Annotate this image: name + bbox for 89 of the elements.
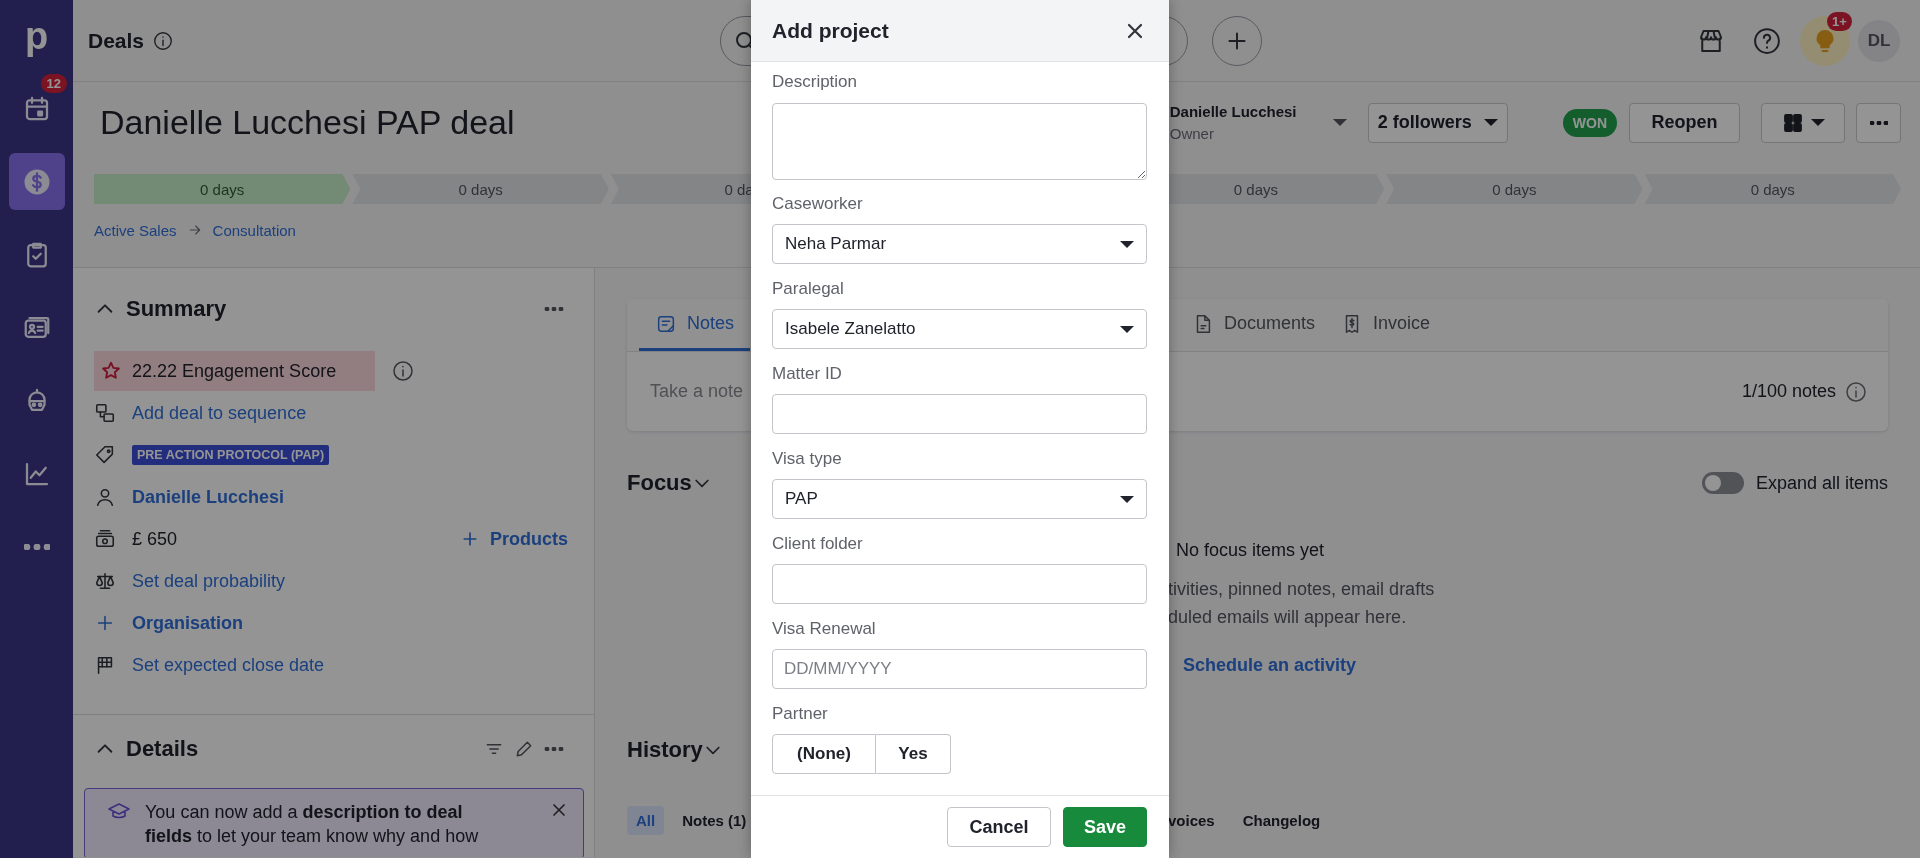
- notification-badge: 1+: [1827, 11, 1852, 31]
- breadcrumb-link[interactable]: Consultation: [212, 221, 296, 239]
- summary-link[interactable]: Set deal probability: [132, 570, 286, 592]
- notes-count: 1/100 notes: [1741, 381, 1836, 402]
- breadcrumb-link[interactable]: Active Sales: [94, 221, 177, 239]
- caret-icon: [1483, 119, 1498, 126]
- info-icon[interactable]: [1844, 379, 1868, 404]
- empty-state-text: duled emails will appear here.: [1168, 606, 1408, 629]
- summary-link[interactable]: Organisation: [132, 612, 243, 634]
- person-icon: [94, 486, 116, 508]
- more-button[interactable]: [1856, 102, 1901, 143]
- products-link[interactable]: Products: [460, 528, 568, 550]
- star-icon: [100, 360, 122, 382]
- empty-state-title: No focus items yet: [1175, 539, 1326, 562]
- field-label: Paralegal: [772, 279, 845, 299]
- description-field[interactable]: [772, 103, 1147, 180]
- label-tag: PRE ACTION PROTOCOL (PAP): [132, 445, 330, 465]
- pipeline-stage[interactable]: 0 days: [352, 174, 609, 204]
- caret-icon: [1120, 240, 1134, 248]
- pipeline-stage[interactable]: 0 days: [1386, 174, 1643, 204]
- edit-icon[interactable]: [514, 739, 534, 759]
- caret-icon: [1120, 495, 1134, 503]
- tag-icon: [94, 444, 116, 466]
- field-label: Description: [772, 72, 859, 92]
- help-button[interactable]: [1752, 25, 1782, 56]
- empty-state-text: tivities, pinned notes, email drafts: [1168, 578, 1436, 601]
- field-label: Visa Renewal: [772, 619, 877, 639]
- owner-role: Owner: [1169, 123, 1215, 144]
- more-icon: [23, 543, 50, 550]
- caret-icon: [1120, 325, 1134, 333]
- info-icon[interactable]: [391, 359, 415, 383]
- banner-text: You can now add a description to deal fields to let your team know why and how: [145, 801, 480, 848]
- save-button[interactable]: Save: [1063, 807, 1147, 847]
- summary-link[interactable]: Set expected close date: [132, 654, 325, 676]
- section-title: Details: [126, 736, 200, 762]
- pipeline-stage[interactable]: 0 days: [94, 174, 351, 204]
- pipeline-stage[interactable]: 0 days: [1644, 174, 1901, 204]
- engagement-score-text: 22.22 Engagement Score: [132, 360, 337, 382]
- view-button[interactable]: [1761, 102, 1845, 143]
- tab[interactable]: Documents: [1192, 299, 1316, 351]
- input-field[interactable]: [772, 394, 1147, 434]
- cancel-button[interactable]: Cancel: [947, 807, 1051, 847]
- option-button[interactable]: Yes: [876, 734, 951, 774]
- dropdown-field[interactable]: Neha Parmar: [772, 224, 1147, 264]
- field-label: Partner: [772, 704, 829, 724]
- section-title: Summary: [126, 296, 228, 322]
- dropdown-field[interactable]: PAP: [772, 479, 1147, 519]
- section-title: History: [627, 737, 703, 763]
- summary-link[interactable]: Add deal to sequence: [132, 402, 307, 424]
- sidebar-item[interactable]: [8, 153, 65, 210]
- deal-title: Danielle Lucchesi PAP deal: [99, 103, 515, 142]
- history-filter[interactable]: Changelog: [1242, 805, 1321, 835]
- section-title: Focus: [627, 470, 692, 496]
- products-link-text: Products: [490, 528, 568, 550]
- followers-button[interactable]: 2 followers: [1367, 102, 1508, 143]
- reopen-button[interactable]: Reopen: [1629, 102, 1740, 143]
- tips-button[interactable]: 1+: [1800, 15, 1850, 66]
- history-filter[interactable]: All: [627, 805, 665, 835]
- app-logo: p: [24, 13, 49, 59]
- sequence-icon: [94, 402, 116, 424]
- field-label: Client folder: [772, 534, 864, 554]
- history-filter[interactable]: Notes (1): [682, 805, 747, 835]
- history-filter[interactable]: voices: [1168, 805, 1215, 835]
- user-avatar[interactable]: DL: [1858, 19, 1900, 62]
- dialog-title: Add project: [772, 18, 890, 43]
- field-label: Visa type: [772, 449, 843, 469]
- toggle-label: Expand all items: [1755, 472, 1888, 494]
- caret-icon[interactable]: [1332, 119, 1347, 126]
- help-icon: [1752, 25, 1782, 56]
- deal-value: £ 650: [132, 528, 179, 550]
- more-icon[interactable]: [544, 747, 564, 751]
- toggle-switch[interactable]: [1701, 472, 1744, 494]
- option-button[interactable]: (None): [772, 734, 876, 774]
- status-badge: WON: [1562, 108, 1617, 137]
- tab[interactable]: Invoice: [1341, 299, 1431, 351]
- more-icon[interactable]: [544, 307, 564, 311]
- person-link[interactable]: Danielle Lucchesi: [132, 486, 285, 508]
- caret-icon: [1811, 119, 1825, 126]
- money-icon: [94, 528, 116, 550]
- more-icon: [1869, 120, 1888, 125]
- date-field[interactable]: DD/MM/YYYY: [772, 649, 1147, 689]
- page-title: Deals: [88, 28, 145, 53]
- scales-icon: [94, 570, 116, 592]
- schedule-activity-link[interactable]: Schedule an activity: [1183, 651, 1357, 679]
- owner-name: Danielle Lucchesi: [1169, 101, 1298, 122]
- info-icon[interactable]: [152, 29, 175, 52]
- notification-badge: 12: [40, 74, 67, 93]
- input-field[interactable]: [772, 564, 1147, 604]
- dropdown-field[interactable]: Isabele Zanelatto: [772, 309, 1147, 349]
